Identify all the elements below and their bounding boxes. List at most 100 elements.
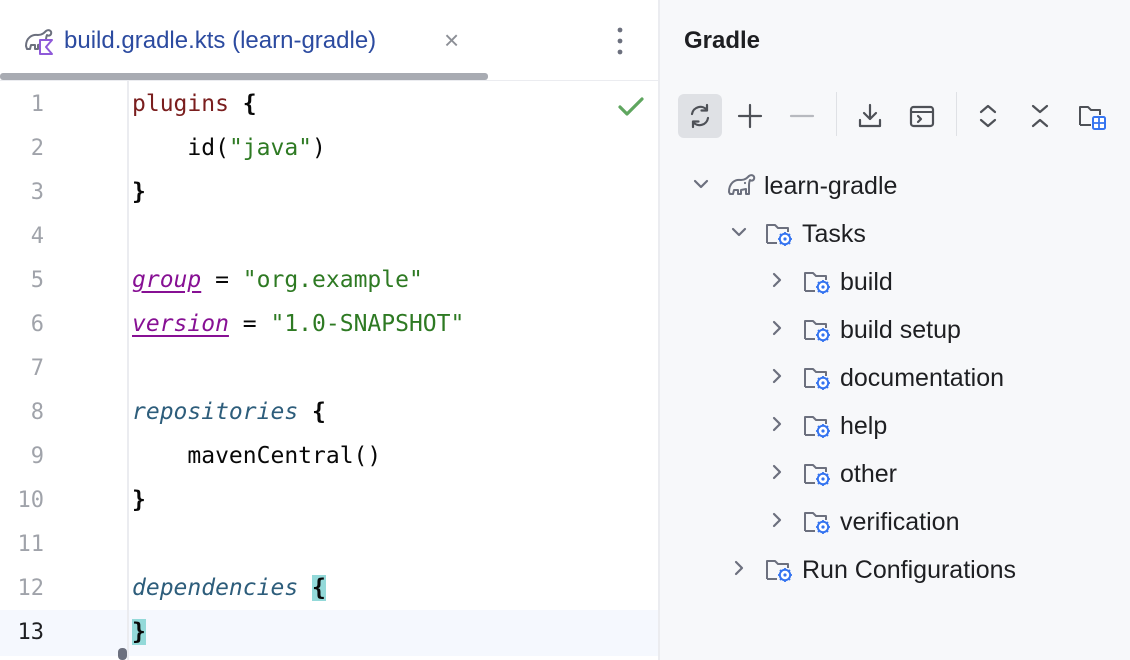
code-text: mavenCentral()	[132, 443, 381, 469]
code-token: }	[132, 619, 146, 645]
code-text: group = "org.example"	[132, 267, 423, 293]
reload-icon	[690, 103, 710, 129]
code-token: =	[201, 267, 243, 293]
task-folder-icon	[804, 464, 830, 486]
chevron-right-icon[interactable]	[766, 509, 788, 531]
line-number: 10	[17, 488, 45, 513]
chevron-down-icon[interactable]	[690, 173, 712, 195]
code-token: )	[312, 135, 326, 161]
collapse-all-icon	[1031, 104, 1049, 128]
task-folder-icon	[804, 272, 830, 294]
remove-button[interactable]	[780, 94, 824, 138]
code-line[interactable]: 1 plugins {	[0, 82, 658, 126]
code-text: version = "1.0-SNAPSHOT"	[132, 311, 464, 337]
code-token: id(	[132, 135, 229, 161]
expand-all-button[interactable]	[966, 94, 1010, 138]
execute-task-button[interactable]	[900, 94, 944, 138]
close-icon[interactable]: ×	[444, 26, 459, 54]
code-token: version	[132, 311, 229, 337]
more-options-icon[interactable]	[608, 24, 632, 58]
tree-node[interactable]: Tasks	[660, 211, 1130, 255]
tree-node[interactable]: build setup	[660, 307, 1130, 351]
code-line[interactable]: 7	[0, 346, 658, 390]
add-button[interactable]	[728, 94, 772, 138]
code-line[interactable]: 2 id("java")	[0, 126, 658, 170]
code-editor[interactable]: build.gradle.kts (learn-gradle) × 1 plugi…	[0, 0, 658, 660]
reload-button[interactable]	[678, 94, 722, 138]
chevron-down-icon[interactable]	[728, 221, 750, 243]
code-token: repositories	[132, 399, 299, 425]
collapse-all-button[interactable]	[1018, 94, 1062, 138]
chevron-right-icon[interactable]	[766, 461, 788, 483]
line-number: 9	[30, 444, 44, 469]
gradle-elephant-icon	[728, 174, 756, 195]
chevron-right-icon[interactable]	[766, 365, 788, 387]
code-line[interactable]: 3}	[0, 170, 658, 214]
task-folder-icon	[766, 224, 792, 246]
group-modules-icon	[1079, 106, 1106, 130]
tree-node[interactable]: build	[660, 259, 1130, 303]
code-line[interactable]: 8 repositories {	[0, 390, 658, 434]
scrollbar-thumb[interactable]	[118, 648, 127, 660]
chevron-right-icon[interactable]	[766, 269, 788, 291]
code-text: id("java")	[132, 135, 326, 161]
task-folder-icon	[766, 560, 792, 582]
tree-node-label: learn-gradle	[764, 172, 898, 200]
code-token: }	[132, 487, 146, 513]
gradle-tool-window: Gradle learn-gradle Tasks build build se…	[660, 0, 1130, 660]
code-line[interactable]: 9 mavenCentral()	[0, 434, 658, 478]
line-number: 2	[30, 136, 44, 161]
line-number: 11	[17, 532, 45, 557]
task-folder-icon	[804, 512, 830, 534]
chevron-right-icon[interactable]	[728, 557, 750, 579]
chevron-right-icon[interactable]	[766, 413, 788, 435]
download-sources-button[interactable]	[848, 94, 892, 138]
group-modules-button[interactable]	[1070, 94, 1114, 138]
code-text: repositories {	[132, 399, 326, 425]
tree-node-label: build	[840, 268, 893, 296]
toolbar-separator	[836, 92, 837, 136]
tree-node-label: help	[840, 412, 888, 440]
tree-node[interactable]: help	[660, 403, 1130, 447]
line-number: 12	[17, 576, 45, 601]
code-token: "org.example"	[242, 267, 423, 293]
tree-node-label: verification	[840, 508, 960, 536]
tree-node-label: build setup	[840, 316, 961, 344]
tree-node-label: Tasks	[802, 220, 866, 248]
line-number: 8	[30, 400, 44, 425]
editor-tab-bar: build.gradle.kts (learn-gradle) ×	[0, 0, 658, 81]
code-text: plugins {	[132, 91, 257, 117]
line-number: 1	[30, 92, 44, 117]
tab-build-gradle-kts[interactable]: build.gradle.kts (learn-gradle) ×	[0, 0, 488, 80]
tree-node[interactable]: Run Configurations	[660, 547, 1130, 591]
code-token: "1.0-SNAPSHOT"	[270, 311, 465, 337]
code-token: {	[312, 575, 326, 601]
code-token: {	[242, 91, 257, 117]
code-line[interactable]: 5 group = "org.example"	[0, 258, 658, 302]
tree-node[interactable]: verification	[660, 499, 1130, 543]
tree-node-label: documentation	[840, 364, 1005, 392]
code-line[interactable]: 10}	[0, 478, 658, 522]
task-folder-icon	[804, 320, 830, 342]
line-number: 5	[30, 268, 44, 293]
code-line[interactable]: 11	[0, 522, 658, 566]
code-line[interactable]: 13}	[0, 610, 658, 654]
code-token: {	[312, 399, 326, 425]
tree-node[interactable]: documentation	[660, 355, 1130, 399]
tree-node[interactable]: learn-gradle	[660, 163, 1130, 207]
line-number: 6	[30, 312, 44, 337]
code-text: }	[132, 487, 146, 513]
expand-all-icon	[979, 104, 997, 128]
code-line[interactable]: 12 dependencies {	[0, 566, 658, 610]
code-line[interactable]: 6 version = "1.0-SNAPSHOT"	[0, 302, 658, 346]
code-token: dependencies	[132, 575, 299, 601]
code-token: group	[132, 267, 202, 293]
code-text: dependencies {	[132, 575, 326, 601]
checkmark-icon[interactable]	[616, 94, 646, 120]
tool-window-title: Gradle	[684, 27, 761, 54]
tree-node[interactable]: other	[660, 451, 1130, 495]
chevron-right-icon[interactable]	[766, 317, 788, 339]
code-token: "java"	[228, 135, 313, 161]
code-line[interactable]: 4	[0, 214, 658, 258]
